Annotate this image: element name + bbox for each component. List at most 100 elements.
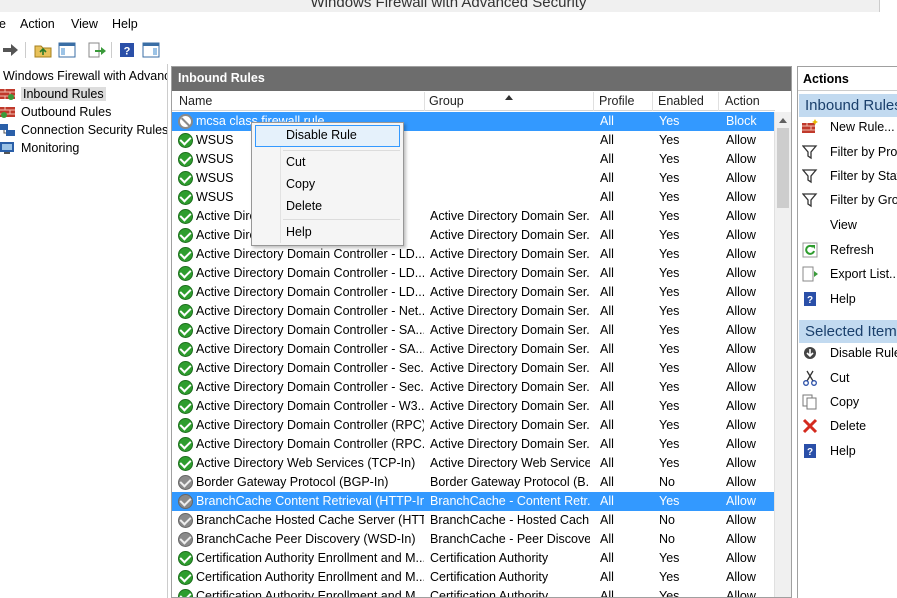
- show-hide-tree-button[interactable]: [57, 40, 77, 60]
- action-help-selected[interactable]: ? Help: [802, 441, 856, 461]
- actions-section-selected-items[interactable]: Selected Items: [799, 319, 897, 343]
- close-button[interactable]: [879, 0, 897, 12]
- scroll-thumb[interactable]: [777, 128, 789, 208]
- menu-file[interactable]: e: [0, 17, 6, 31]
- action-new-rule[interactable]: New Rule...: [802, 117, 895, 137]
- context-menu-help[interactable]: Help: [255, 222, 400, 244]
- tree-item-connection-security-rules[interactable]: Connection Security Rules: [0, 121, 167, 139]
- action-label: Copy: [830, 395, 860, 409]
- console-tree: Windows Firewall with Advance Inbound Ru…: [0, 64, 168, 598]
- action-refresh[interactable]: Refresh: [802, 240, 874, 260]
- action-filter-by-group[interactable]: Filter by Group: [802, 190, 897, 210]
- column-divider[interactable]: [718, 92, 719, 111]
- rule-group: Active Directory Web Services: [430, 456, 590, 470]
- disabled-rule-icon: [178, 494, 193, 509]
- tree-item-label: Outbound Rules: [21, 105, 112, 119]
- disabled-rule-icon: [178, 475, 193, 490]
- column-divider[interactable]: [652, 92, 653, 111]
- allow-rule-icon: [178, 589, 193, 597]
- rule-row[interactable]: Active Directory Domain Controller - Sec…: [172, 378, 775, 397]
- rule-group: Certification Authority: [430, 551, 549, 565]
- rule-row[interactable]: Active Directory Domain Controller - Sec…: [172, 359, 775, 378]
- scroll-up-icon[interactable]: [779, 118, 787, 123]
- action-copy[interactable]: Copy: [802, 392, 859, 412]
- action-cut[interactable]: Cut: [802, 368, 849, 388]
- rule-enabled: Yes: [659, 171, 680, 185]
- column-header-profile[interactable]: Profile: [599, 94, 634, 108]
- column-divider[interactable]: [424, 92, 425, 111]
- column-header-group[interactable]: Group: [429, 94, 464, 108]
- action-help[interactable]: ? Help: [802, 289, 856, 309]
- rule-row[interactable]: Active Directory Domain Controller - LD.…: [172, 245, 775, 264]
- rule-row[interactable]: Certification Authority Enrollment and M…: [172, 568, 775, 587]
- show-hide-action-pane-button[interactable]: [141, 40, 161, 60]
- context-menu-delete[interactable]: Delete: [255, 196, 400, 218]
- context-menu-copy[interactable]: Copy: [255, 174, 400, 196]
- action-label: Help: [830, 292, 856, 306]
- rule-name: Active Directory Domain Controller (RPC.…: [196, 437, 424, 451]
- rule-row[interactable]: BranchCache Hosted Cache Server (HTT... B…: [172, 511, 775, 530]
- help-icon: ?: [120, 43, 134, 58]
- rule-name: Active Directory Domain Controller - Sec…: [196, 380, 424, 394]
- rule-row[interactable]: Active Directory Domain Controller (RPC)…: [172, 416, 775, 435]
- rule-enabled: Yes: [659, 247, 680, 261]
- menu-help[interactable]: Help: [112, 17, 138, 31]
- action-filter-by-profile[interactable]: Filter by Profile: [802, 142, 897, 162]
- action-disable-rule[interactable]: Disable Rule: [802, 343, 897, 363]
- rule-row[interactable]: Certification Authority Enrollment and M…: [172, 587, 775, 597]
- tree-item-monitoring[interactable]: Monitoring: [0, 139, 79, 157]
- rule-row[interactable]: BranchCache Peer Discovery (WSD-In) Branc…: [172, 530, 775, 549]
- rule-row[interactable]: Active Directory Domain Controller (RPC.…: [172, 435, 775, 454]
- rule-row[interactable]: Active Directory Web Services (TCP-In) Ac…: [172, 454, 775, 473]
- allow-rule-icon: [178, 456, 193, 471]
- tree-root[interactable]: Windows Firewall with Advance: [3, 67, 167, 85]
- allow-rule-icon: [178, 228, 193, 243]
- rule-group: Active Directory Domain Ser...: [430, 285, 590, 299]
- rule-row[interactable]: Active Directory Domain Controller - Net…: [172, 302, 775, 321]
- vertical-scrollbar[interactable]: [774, 112, 791, 597]
- column-header-action[interactable]: Action: [725, 94, 760, 108]
- forward-button[interactable]: [0, 40, 20, 60]
- rule-enabled: No: [659, 513, 675, 527]
- rule-row[interactable]: Active Directory Domain Controller - LD.…: [172, 264, 775, 283]
- actions-section-inbound-rules[interactable]: Inbound Rules: [799, 93, 897, 117]
- rule-row[interactable]: Active Directory Domain Controller - SA.…: [172, 321, 775, 340]
- rule-row[interactable]: Certification Authority Enrollment and M…: [172, 549, 775, 568]
- action-delete[interactable]: Delete: [802, 416, 866, 436]
- context-menu-disable-rule[interactable]: Disable Rule: [255, 125, 400, 147]
- rule-row[interactable]: Active Directory Domain Controller - SA.…: [172, 340, 775, 359]
- action-export-list[interactable]: Export List...: [802, 264, 897, 284]
- tree-item-inbound-rules[interactable]: Inbound Rules: [0, 85, 106, 103]
- column-divider[interactable]: [593, 92, 594, 111]
- allow-rule-icon: [178, 342, 193, 357]
- rule-row[interactable]: Active Directory Domain Controller - W3.…: [172, 397, 775, 416]
- tree-item-outbound-rules[interactable]: Outbound Rules: [0, 103, 111, 121]
- menu-view[interactable]: View: [71, 17, 98, 31]
- rule-action: Allow: [726, 171, 756, 185]
- action-view[interactable]: View: [802, 215, 857, 235]
- rule-enabled: Yes: [659, 361, 680, 375]
- rule-action: Allow: [726, 152, 756, 166]
- column-header-enabled[interactable]: Enabled: [658, 94, 704, 108]
- rule-profile: All: [600, 380, 614, 394]
- action-label: View: [830, 218, 857, 232]
- context-menu-cut[interactable]: Cut: [255, 152, 400, 174]
- rule-action: Allow: [726, 323, 756, 337]
- rule-row[interactable]: Border Gateway Protocol (BGP-In) Border G…: [172, 473, 775, 492]
- rule-name: Active Directory Domain Controller - W3.…: [196, 399, 424, 413]
- action-filter-by-state[interactable]: Filter by State: [802, 166, 897, 186]
- rule-row[interactable]: BranchCache Content Retrieval (HTTP-In) B…: [172, 492, 775, 511]
- rule-row[interactable]: Active Directory Domain Controller - LD.…: [172, 283, 775, 302]
- rule-name: BranchCache Peer Discovery (WSD-In): [196, 532, 416, 546]
- rule-action: Allow: [726, 190, 756, 204]
- help-button[interactable]: ?: [117, 40, 137, 60]
- export-list-button[interactable]: [87, 40, 107, 60]
- inbound-rules-icon: [0, 89, 15, 100]
- menu-action[interactable]: Action: [20, 17, 55, 31]
- up-folder-button[interactable]: [33, 40, 53, 60]
- column-header-name[interactable]: Name: [179, 94, 212, 108]
- allow-rule-icon: [178, 247, 193, 262]
- rule-profile: All: [600, 513, 614, 527]
- disabled-rule-icon: [178, 532, 193, 547]
- context-menu: Disable Rule Cut Copy Delete Help: [251, 122, 404, 246]
